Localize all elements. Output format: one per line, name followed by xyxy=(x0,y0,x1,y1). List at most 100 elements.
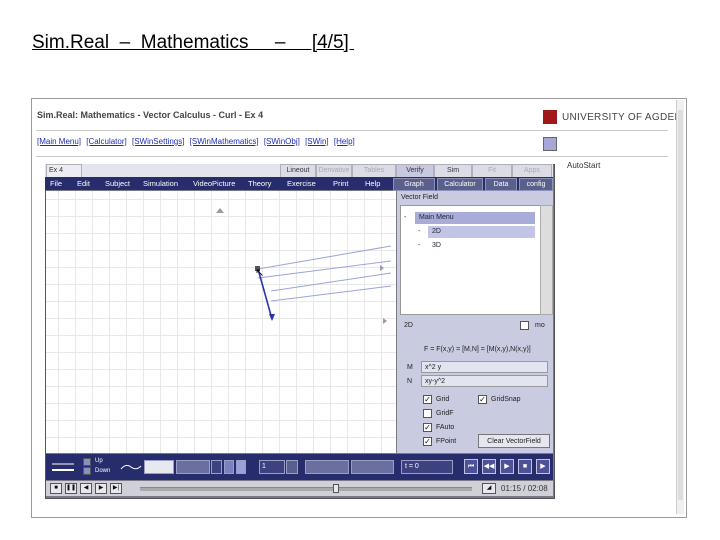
fauto-checkbox[interactable]: ✓ xyxy=(423,423,432,432)
mouse-pointer-icon: ↖ xyxy=(255,267,265,279)
tab-tables[interactable]: Tables xyxy=(352,164,396,178)
pen-up-label: Up xyxy=(95,458,103,464)
menu-simulation[interactable]: Simulation xyxy=(143,179,178,188)
menu-help[interactable]: Help xyxy=(365,179,380,188)
pen-down-radio[interactable] xyxy=(83,467,91,475)
tab-verify[interactable]: Verify xyxy=(396,164,434,178)
player-end-icon[interactable]: ▶| xyxy=(110,483,122,494)
tree-expander[interactable]: - xyxy=(404,214,406,221)
field-n-label: N xyxy=(407,378,413,385)
player-play-icon[interactable]: ▶ xyxy=(95,483,107,494)
mode-label: 2D xyxy=(404,322,413,329)
menu-exercise[interactable]: Exercise xyxy=(287,179,316,188)
value-field[interactable] xyxy=(351,460,394,474)
axis-arrow-right xyxy=(380,265,384,271)
spinner-input[interactable]: 1 xyxy=(259,460,285,474)
tab-ex4[interactable]: Ex 4 xyxy=(46,164,82,178)
toolbar-graph-button[interactable]: Graph xyxy=(393,178,435,191)
scrollbar-thumb[interactable] xyxy=(678,110,683,500)
video-timecode: 01:15 / 02:08 xyxy=(501,484,548,493)
slide-title: Sim.Real – Mathematics – [4/5] xyxy=(32,32,355,53)
swatch-button[interactable] xyxy=(224,460,234,474)
university-logo-icon xyxy=(543,110,557,124)
player-prev-icon[interactable]: ◀ xyxy=(80,483,92,494)
menu-edit[interactable]: Edit xyxy=(77,179,90,188)
field-n-input[interactable]: xy-y^2 xyxy=(421,375,548,387)
color-swatch-button[interactable] xyxy=(543,137,557,151)
app-title: Sim.Real: Mathematics - Vector Calculus … xyxy=(37,110,264,120)
tab-derivative[interactable]: Derivative xyxy=(316,164,352,178)
tab-sim[interactable]: Sim xyxy=(434,164,472,178)
gridsnap-checkbox-label: GridSnap xyxy=(491,396,521,403)
skip-back-icon[interactable]: ⏮ xyxy=(464,459,478,474)
play-icon[interactable]: ▶ xyxy=(536,459,550,474)
nav-link-swin-mathematics[interactable]: [SWinMathematics] xyxy=(190,137,259,146)
field-m-label: M xyxy=(407,364,413,371)
toolbar-calculator-button[interactable]: Calculator xyxy=(437,178,483,191)
tab-lineout[interactable]: Lineout xyxy=(280,164,316,178)
volume-icon[interactable]: ◢ xyxy=(482,483,496,494)
fpoint-checkbox-label: FPoint xyxy=(436,438,457,445)
pen-down-label: Down xyxy=(95,468,111,474)
player-pause-icon[interactable]: ❚❚ xyxy=(65,483,77,494)
fpoint-checkbox[interactable]: ✓ xyxy=(423,437,432,446)
vector-field-drawing xyxy=(216,208,392,324)
time-field[interactable]: t = 0 xyxy=(401,460,453,474)
axis-arrow-right xyxy=(383,318,387,324)
guide-line xyxy=(257,260,392,279)
tree-item-3d[interactable]: 3D xyxy=(432,242,441,249)
gridsnap-checkbox[interactable]: ✓ xyxy=(478,395,487,404)
video-seek-thumb[interactable] xyxy=(333,484,339,493)
pen-up-radio[interactable] xyxy=(83,458,91,466)
divider xyxy=(36,156,668,157)
menu-theory[interactable]: Theory xyxy=(248,179,271,188)
university-name: UNIVERSITY OF AGDER xyxy=(562,112,682,123)
nav-link-calculator[interactable]: [Calculator] xyxy=(86,137,126,146)
style-dropdown[interactable] xyxy=(176,460,210,474)
tree-item-main-menu[interactable]: Main Menu xyxy=(419,214,454,221)
player-stop-icon[interactable]: ■ xyxy=(50,483,62,494)
curve-tool-icon[interactable] xyxy=(120,461,142,473)
grid-checkbox[interactable]: ✓ xyxy=(423,395,432,404)
tree-expander[interactable]: - xyxy=(418,228,420,235)
panel-header: Vector Field xyxy=(401,194,438,201)
tree-selection-highlight xyxy=(428,226,535,238)
step-forward-icon[interactable]: ▶ xyxy=(500,459,514,474)
nav-link-main-menu[interactable]: [Main Menu] xyxy=(37,137,81,146)
divider xyxy=(36,130,668,131)
color-preview[interactable] xyxy=(144,460,174,474)
guide-line xyxy=(257,245,392,270)
value-field[interactable] xyxy=(305,460,349,474)
toolbar-config-button[interactable]: config xyxy=(519,178,553,191)
mode-checkbox[interactable] xyxy=(520,321,529,330)
tab-apps[interactable]: Apps xyxy=(512,164,552,178)
menu-print[interactable]: Print xyxy=(333,179,348,188)
swatch-button[interactable] xyxy=(236,460,246,474)
menu-subject[interactable]: Subject xyxy=(105,179,130,188)
gridf-checkbox[interactable] xyxy=(423,409,432,418)
nav-link-swin-obj[interactable]: [SWinObj] xyxy=(264,137,300,146)
toolbar-data-button[interactable]: Data xyxy=(485,178,517,191)
autostart-label[interactable]: AutoStart xyxy=(567,161,600,170)
page-scrollbar[interactable] xyxy=(676,100,684,514)
nav-link-swin[interactable]: [SWin] xyxy=(305,137,329,146)
nav-link-help[interactable]: [Help] xyxy=(334,137,355,146)
stop-icon[interactable]: ■ xyxy=(518,459,532,474)
gridf-checkbox-label: GridF xyxy=(436,410,454,417)
rewind-icon[interactable]: ◀◀ xyxy=(482,459,496,474)
tab-fit[interactable]: Fit xyxy=(472,164,512,178)
nav-link-swin-settings[interactable]: [SWinSettings] xyxy=(132,137,184,146)
spinner-arrows-icon[interactable] xyxy=(286,460,298,474)
video-seek-track[interactable] xyxy=(140,487,472,491)
line-tool-icon[interactable] xyxy=(50,459,78,475)
clear-vectorfield-button[interactable]: Clear VectorField xyxy=(478,434,550,448)
menu-file[interactable]: File xyxy=(50,179,62,188)
axis-arrow-up xyxy=(216,208,224,213)
menu-videopicture[interactable]: VideoPicture xyxy=(193,179,235,188)
tree-expander[interactable]: - xyxy=(418,242,420,249)
tree-scrollbar[interactable] xyxy=(540,205,553,315)
dropdown-arrow-icon[interactable] xyxy=(211,460,222,474)
field-m-input[interactable]: x^2 y xyxy=(421,361,548,373)
nav-links: [Main Menu] [Calculator] [SWinSettings] … xyxy=(37,137,358,146)
tree-item-2d[interactable]: 2D xyxy=(432,228,441,235)
